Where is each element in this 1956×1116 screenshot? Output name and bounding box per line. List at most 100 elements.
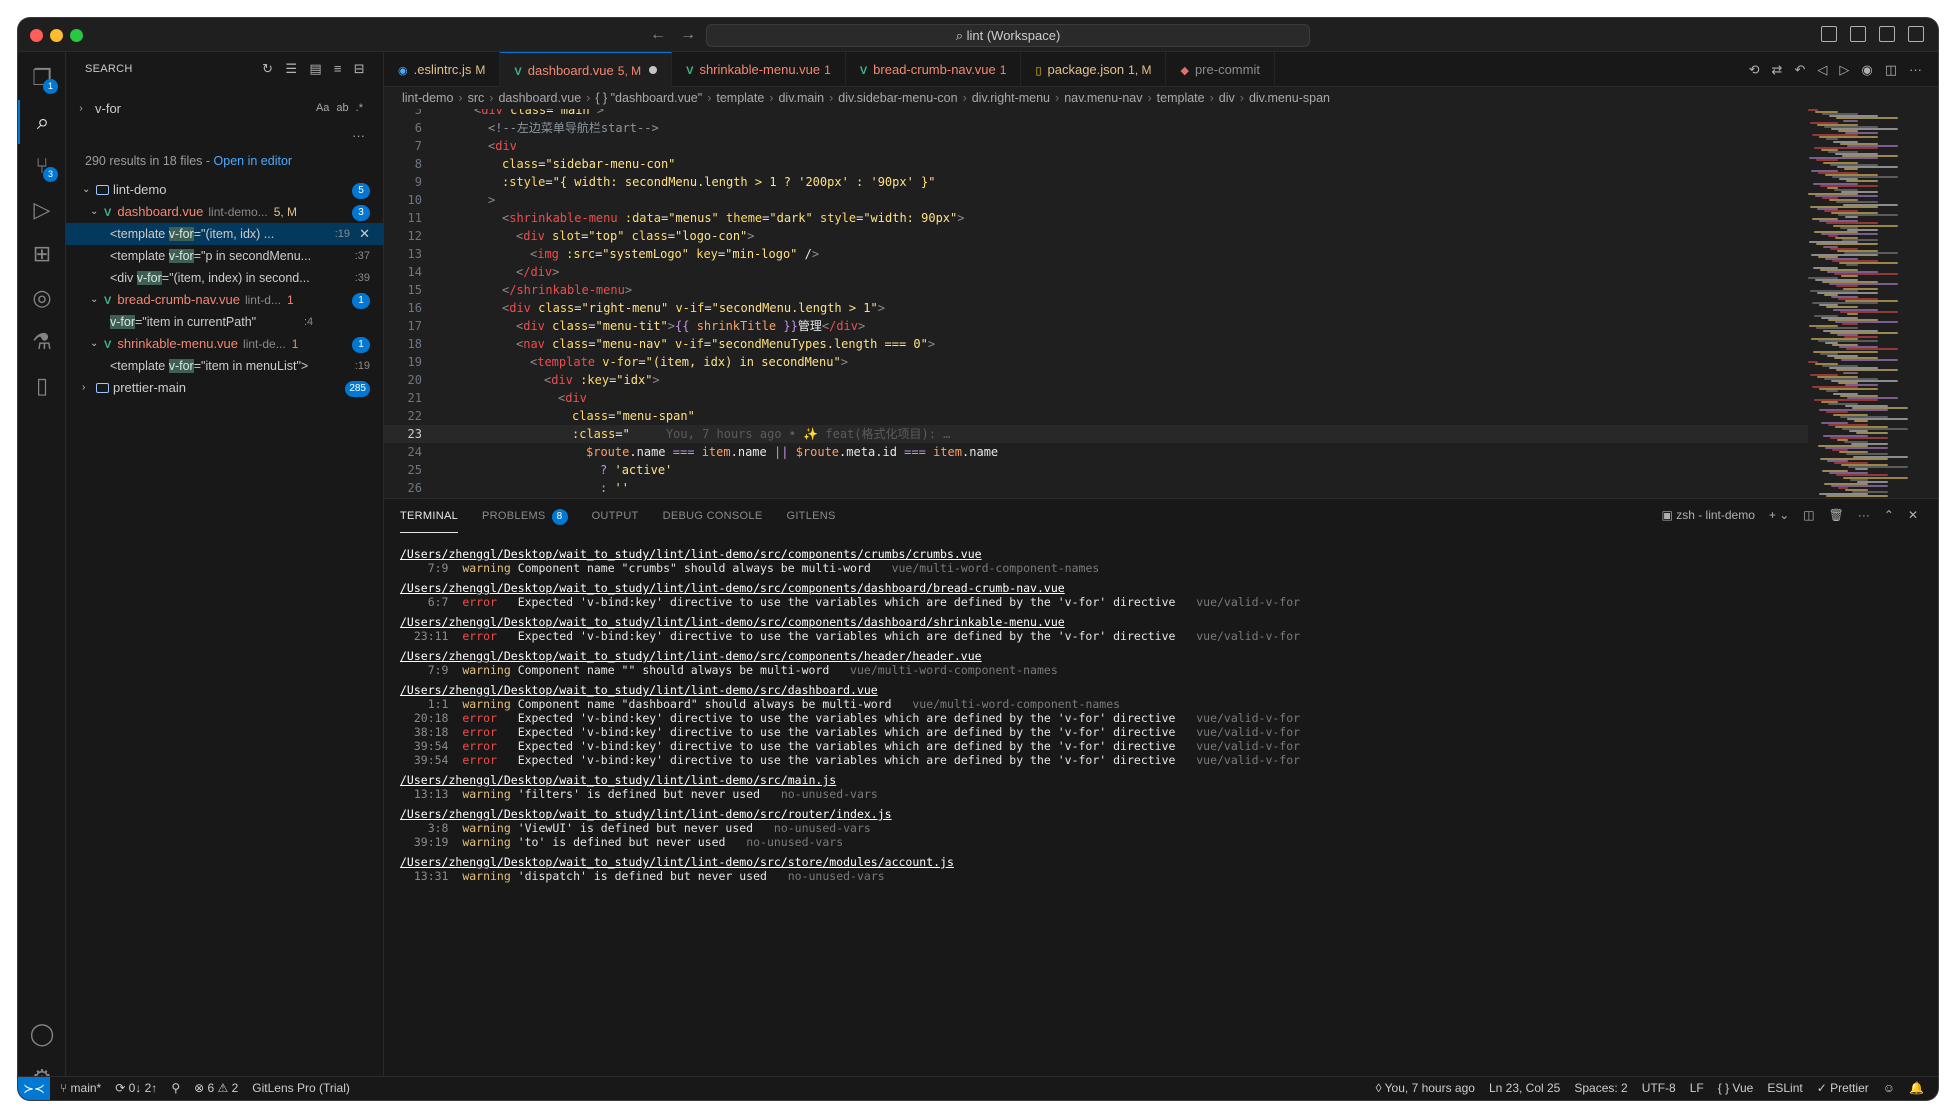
bookmarks-icon[interactable]: ▯: [18, 364, 66, 408]
breadcrumb-item[interactable]: template: [716, 91, 764, 105]
file-row-dashboard[interactable]: ⌄ Vdashboard.vue lint-demo... 5, M 3: [66, 201, 384, 223]
collapse-all-icon[interactable]: ⊟: [354, 52, 365, 86]
new-terminal-icon[interactable]: + ⌄: [1769, 508, 1789, 522]
code-line[interactable]: 25 ? 'active': [384, 461, 1808, 479]
command-center[interactable]: ⌕ lint (Workspace): [706, 24, 1310, 47]
code-line[interactable]: 7 <div: [384, 137, 1808, 155]
terminal-file-path[interactable]: /Users/zhenggl/Desktop/wait_to_study/lin…: [400, 581, 1918, 595]
clear-results-icon[interactable]: ☰: [285, 52, 297, 86]
search-view-icon[interactable]: ⌕: [18, 100, 66, 144]
file-link[interactable]: /Users/zhenggl/Desktop/wait_to_study/lin…: [400, 649, 982, 663]
file-row-shrinkable-menu[interactable]: ⌄ Vshrinkable-menu.vue lint-de... 1 1: [66, 333, 384, 355]
previous-change-icon[interactable]: ◁: [1817, 62, 1827, 78]
file-link[interactable]: /Users/zhenggl/Desktop/wait_to_study/lin…: [400, 615, 1065, 629]
file-link[interactable]: /Users/zhenggl/Desktop/wait_to_study/lin…: [400, 773, 836, 787]
breadcrumb-item[interactable]: div.menu-span: [1249, 91, 1330, 105]
blame-status[interactable]: ◊ You, 7 hours ago: [1376, 1077, 1475, 1100]
editor-tab[interactable]: ◉ .eslintrc.js M: [384, 52, 501, 87]
cursor-position[interactable]: Ln 23, Col 25: [1489, 1077, 1560, 1100]
tab-output[interactable]: OUTPUT: [592, 499, 639, 533]
folder-row-prettier-main[interactable]: › prettier-main 285: [66, 377, 384, 399]
more-actions-icon[interactable]: ···: [1909, 62, 1922, 78]
match-row[interactable]: v-for="item in currentPath" :4: [66, 311, 384, 333]
code-line[interactable]: 21 <div: [384, 389, 1808, 407]
tab-debug-console[interactable]: DEBUG CONSOLE: [663, 499, 763, 533]
breadcrumb-item[interactable]: dashboard.vue: [498, 91, 581, 105]
code-line[interactable]: 14 </div>: [384, 263, 1808, 281]
split-editor-icon[interactable]: ◫: [1885, 62, 1897, 78]
breadcrumb-item[interactable]: div: [1219, 91, 1235, 105]
code-line[interactable]: 9:style="{ width: secondMenu.length > 1 …: [384, 173, 1808, 191]
code-line[interactable]: 23:class=" You, 7 hours ago • ✨ feat(格式化…: [384, 425, 1808, 443]
encoding[interactable]: UTF-8: [1642, 1077, 1676, 1100]
prettier-status[interactable]: ✓ Prettier: [1817, 1077, 1869, 1100]
code-line[interactable]: 10 >: [384, 191, 1808, 209]
code-line[interactable]: 16 <div class="right-menu" v-if="secondMe…: [384, 299, 1808, 317]
terminal-file-path[interactable]: /Users/zhenggl/Desktop/wait_to_study/lin…: [400, 773, 1918, 787]
tab-terminal[interactable]: TERMINAL: [400, 499, 459, 533]
indentation[interactable]: Spaces: 2: [1574, 1077, 1627, 1100]
file-link[interactable]: /Users/zhenggl/Desktop/wait_to_study/lin…: [400, 547, 982, 561]
terminal-selector[interactable]: ▣ zsh - lint-demo: [1662, 508, 1755, 522]
gitlens-inspect-icon[interactable]: ◉: [1861, 62, 1872, 78]
accounts-icon[interactable]: ◯: [18, 1012, 66, 1056]
sync-status[interactable]: ⟳ 0↓ 2↑: [115, 1077, 157, 1100]
run-debug-icon[interactable]: ▷: [18, 188, 66, 232]
editor-tab[interactable]: Vbread-crumb-nav.vue 1: [846, 52, 1022, 87]
code-line[interactable]: 17 <div class="menu-tit">{{ shrinkTitle }…: [384, 317, 1808, 335]
close-window-button[interactable]: [30, 29, 43, 42]
feedback-icon[interactable]: ☺: [1883, 1077, 1895, 1100]
editor-tab[interactable]: Vshrinkable-menu.vue 1: [672, 52, 846, 87]
split-terminal-icon[interactable]: ◫: [1803, 508, 1814, 522]
search-input[interactable]: [89, 96, 316, 120]
code-editor[interactable]: 5 <div class="main"> 6 <!--左边菜单导航栏start--> 7…: [384, 109, 1808, 498]
code-line[interactable]: 5 <div class="main">: [384, 109, 1808, 119]
code-line[interactable]: 24 $route.name === item.name || $route.me…: [384, 443, 1808, 461]
code-line[interactable]: 13 <img :src="systemLogo" key="min-logo" …: [384, 245, 1808, 263]
match-whole-word-icon[interactable]: ab: [336, 102, 348, 114]
gitlens-status[interactable]: GitLens Pro (Trial): [252, 1077, 350, 1100]
breadcrumb-item[interactable]: div.main: [778, 91, 824, 105]
source-control-icon[interactable]: ⑂ 3: [18, 144, 66, 188]
breadcrumb-item[interactable]: { } "dashboard.vue": [595, 91, 702, 105]
refresh-icon[interactable]: ↻: [262, 52, 273, 86]
editor-tab[interactable]: ◆ pre-commit: [1166, 52, 1275, 87]
compare-icon[interactable]: ⇄: [1772, 62, 1783, 78]
breadcrumb-item[interactable]: div.right-menu: [972, 91, 1050, 105]
gitlens-icon[interactable]: ◎: [18, 276, 66, 320]
testing-icon[interactable]: ⚗: [18, 320, 66, 364]
code-line[interactable]: 8 class="sidebar-menu-con": [384, 155, 1808, 173]
toggle-panel-icon[interactable]: [1850, 26, 1866, 42]
timeline-icon[interactable]: ⟲: [1749, 62, 1760, 78]
code-line[interactable]: 22 class="menu-span": [384, 407, 1808, 425]
code-line[interactable]: 12 <div slot="top" class="logo-con">: [384, 227, 1808, 245]
close-panel-icon[interactable]: ✕: [1908, 508, 1918, 522]
terminal-file-path[interactable]: /Users/zhenggl/Desktop/wait_to_study/lin…: [400, 683, 1918, 697]
breadcrumb-item[interactable]: div.sidebar-menu-con: [838, 91, 957, 105]
view-as-tree-icon[interactable]: ≡: [334, 52, 342, 86]
match-case-icon[interactable]: Aa: [316, 102, 329, 114]
notifications-bell-icon[interactable]: 🔔: [1909, 1077, 1924, 1100]
terminal-output[interactable]: /Users/zhenggl/Desktop/wait_to_study/lin…: [400, 547, 1918, 1076]
more-options-icon[interactable]: ···: [352, 128, 365, 143]
code-line[interactable]: 26: '': [384, 479, 1808, 497]
revert-icon[interactable]: ↶: [1794, 62, 1805, 78]
toggle-sidebar-icon[interactable]: [1821, 26, 1837, 42]
terminal-file-path[interactable]: /Users/zhenggl/Desktop/wait_to_study/lin…: [400, 807, 1918, 821]
match-row[interactable]: <template v-for="item in menuList"> :19: [66, 355, 384, 377]
back-arrow-icon[interactable]: ←: [650, 26, 680, 43]
code-line[interactable]: 6 <!--左边菜单导航栏start-->: [384, 119, 1808, 137]
branch-status[interactable]: ⑂ main*: [60, 1077, 101, 1100]
customize-layout-icon[interactable]: [1908, 26, 1924, 42]
eslint-status[interactable]: ESLint: [1767, 1077, 1802, 1100]
code-line[interactable]: 19 <template v-for="(item, idx) in second…: [384, 353, 1808, 371]
file-link[interactable]: /Users/zhenggl/Desktop/wait_to_study/lin…: [400, 683, 878, 697]
more-icon[interactable]: ···: [1858, 508, 1870, 522]
zoom-window-button[interactable]: [70, 29, 83, 42]
terminal-file-path[interactable]: /Users/zhenggl/Desktop/wait_to_study/lin…: [400, 547, 1918, 561]
toggle-replace-icon[interactable]: ›: [73, 103, 89, 114]
open-in-editor-link[interactable]: Open in editor: [214, 154, 293, 168]
code-line[interactable]: 15 </shrinkable-menu>: [384, 281, 1808, 299]
editor-tab[interactable]: Vdashboard.vue 5, M: [500, 52, 673, 87]
use-regex-icon[interactable]: .*: [356, 102, 363, 114]
